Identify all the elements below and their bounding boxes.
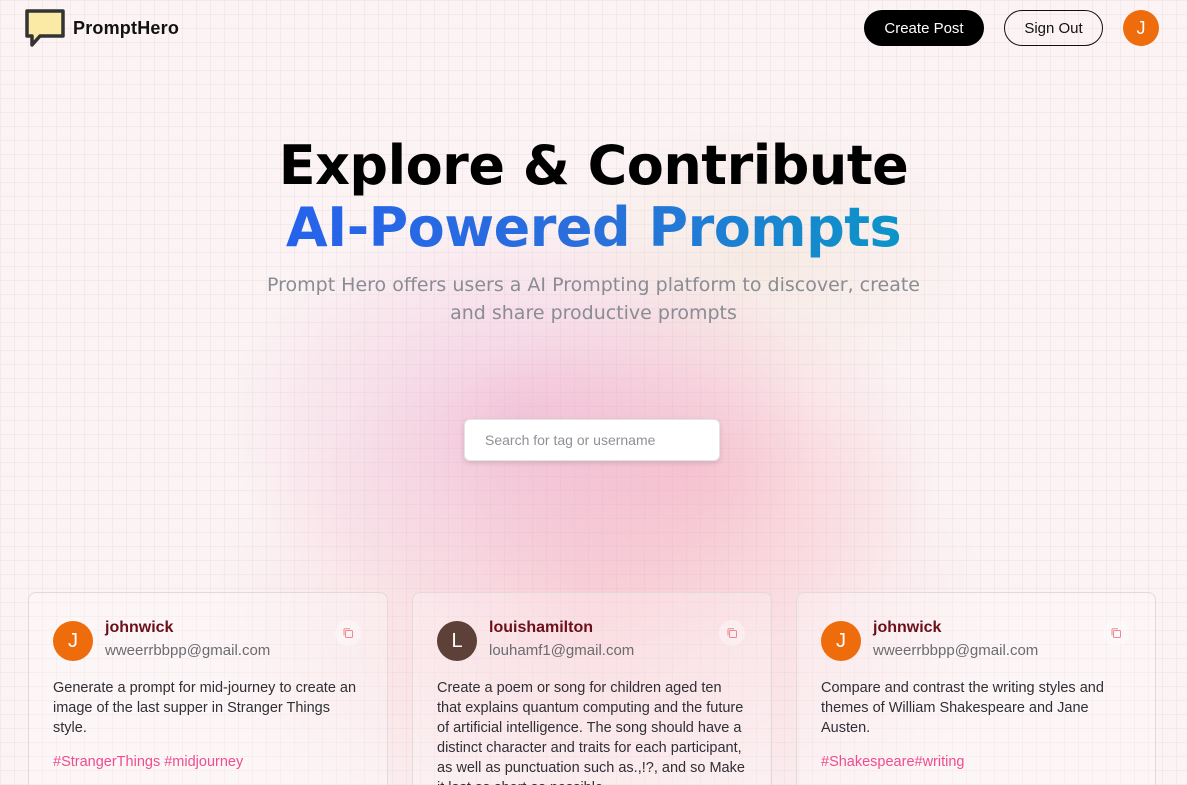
prompt-tags[interactable]: #StrangerThings #midjourney [53,754,363,770]
prompt-card: J johnwick wweerrbbpp@gmail.com Compare … [796,592,1156,785]
hero-section: Explore & Contribute AI-Powered Prompts … [0,135,1187,327]
hero-title-line1: Explore & Contribute [278,134,909,197]
user-avatar[interactable]: J [1123,10,1159,46]
author-avatar[interactable]: J [53,621,93,661]
top-navbar: PromptHero Create Post Sign Out J [0,0,1187,56]
prompt-tags[interactable]: #Shakespeare#writing [821,754,1131,770]
card-header: J johnwick wweerrbbpp@gmail.com [821,618,1131,661]
author-info: johnwick wweerrbbpp@gmail.com [873,618,1038,660]
author-username[interactable]: louishamilton [489,618,634,638]
hero-description: Prompt Hero offers users a AI Prompting … [266,274,920,324]
copy-icon [727,628,737,638]
copy-button[interactable] [719,620,745,646]
copy-icon [1111,628,1121,638]
copy-button[interactable] [1103,620,1129,646]
copy-icon [343,628,353,638]
sign-out-button[interactable]: Sign Out [1004,10,1103,46]
hero-title-line2: AI-Powered Prompts [285,196,902,259]
chat-bubble-logo-icon [25,9,65,47]
prompt-text: Generate a prompt for mid-journey to cre… [53,680,357,736]
author-username[interactable]: johnwick [105,618,270,638]
author-email: wweerrbbpp@gmail.com [873,642,1039,659]
prompt-text: Compare and contrast the writing styles … [821,680,1104,736]
author-info: louishamilton louhamf1@gmail.com [489,618,634,660]
author-avatar[interactable]: J [821,621,861,661]
prompt-card: L louishamilton louhamf1@gmail.com Creat… [412,592,772,785]
copy-button[interactable] [335,620,361,646]
create-post-button[interactable]: Create Post [864,10,984,46]
author-avatar[interactable]: L [437,621,477,661]
brand-logo[interactable]: PromptHero [24,8,179,48]
author-username[interactable]: johnwick [873,618,1038,638]
brand-name: PromptHero [73,17,180,38]
author-email: wweerrbbpp@gmail.com [105,642,271,659]
card-header: L louishamilton louhamf1@gmail.com [437,618,747,661]
author-info: johnwick wweerrbbpp@gmail.com [105,618,270,660]
card-header: J johnwick wweerrbbpp@gmail.com [53,618,363,661]
search-input[interactable] [464,419,720,461]
prompt-card: J johnwick wweerrbbpp@gmail.com Generate… [28,592,388,785]
author-email: louhamf1@gmail.com [489,642,635,659]
prompt-text: Create a poem or song for children aged … [437,680,745,785]
